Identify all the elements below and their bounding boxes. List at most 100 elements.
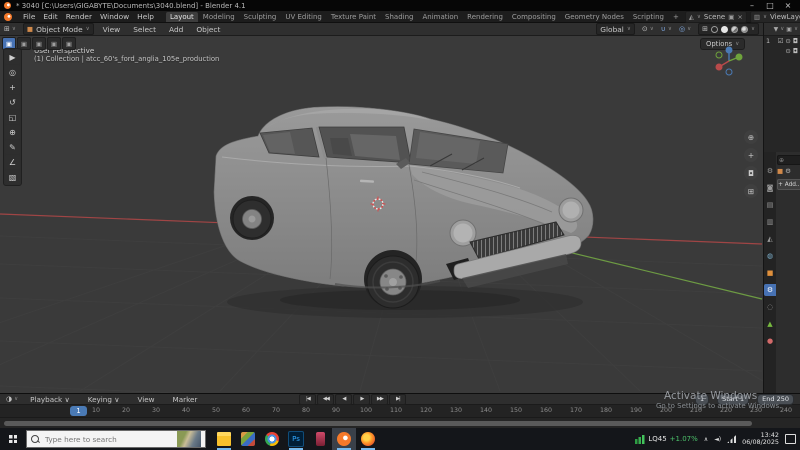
menu-item[interactable]: Window <box>96 12 133 21</box>
tool-button[interactable]: ✎ <box>5 140 20 154</box>
menu-item[interactable]: Render <box>62 12 96 21</box>
properties-tab[interactable]: ▲ <box>764 318 776 330</box>
properties-tab[interactable]: ⚙ <box>764 284 776 296</box>
taskbar-app[interactable] <box>308 428 332 450</box>
xray-toggle-icon[interactable]: ⊞ <box>702 25 708 33</box>
frame-start-field[interactable]: Start 1 <box>717 393 750 405</box>
viewport-menu-item[interactable]: Object <box>194 25 222 34</box>
taskbar-app[interactable]: Ps <box>284 428 308 450</box>
taskbar-search-box[interactable] <box>26 430 206 448</box>
workspace-tab[interactable]: Layout <box>166 11 198 22</box>
transport-button[interactable]: ▶ <box>353 393 371 405</box>
eye-icon[interactable]: ⊙ <box>785 47 790 55</box>
workspace-tab[interactable]: Scripting <box>629 12 668 22</box>
properties-tab[interactable]: ◍ <box>764 250 776 262</box>
timeline-ruler[interactable]: 10 20 30 40 50 60 70 80 90 100 110 120 130 140 150 160 1… <box>0 405 800 418</box>
viewport-menu-item[interactable]: Select <box>131 25 158 34</box>
viewport-nav-button[interactable]: + <box>744 148 758 162</box>
tool-button[interactable]: ↺ <box>5 95 20 109</box>
navigation-gizmo[interactable] <box>712 44 746 78</box>
transport-button[interactable]: ◀◀ <box>317 393 335 405</box>
viewport-nav-button[interactable]: ⊕ <box>744 130 758 144</box>
overlays-dropdown[interactable]: ◎ ∨ <box>679 25 691 33</box>
tool-button[interactable]: ▧ <box>5 170 20 184</box>
properties-tab[interactable]: ◙ <box>764 182 776 194</box>
taskbar-app[interactable] <box>236 428 260 450</box>
speaker-icon[interactable]: ◄) <box>714 436 721 443</box>
timeline-menu-item[interactable]: View <box>133 395 158 404</box>
checkbox-icon[interactable]: ☑ <box>778 37 784 45</box>
viewport-nav-button[interactable]: ◘ <box>744 166 758 180</box>
shading-material-icon[interactable] <box>730 25 738 33</box>
properties-search-field[interactable]: ⊕ <box>777 155 800 165</box>
tool-button[interactable]: ▶ <box>5 50 20 64</box>
viewport-nav-button[interactable]: ⊞ <box>744 184 758 198</box>
outliner-row-object[interactable]: ⊙ ◘ <box>764 46 800 56</box>
select-mode-intersect-icon[interactable]: ▣ <box>62 37 76 50</box>
tool-button[interactable]: ⊕ <box>5 125 20 139</box>
properties-tab[interactable]: ◌ <box>764 301 776 313</box>
timeline-menu-item[interactable]: Marker <box>169 395 202 404</box>
shading-solid-icon[interactable] <box>720 25 728 33</box>
delete-scene-icon[interactable]: × <box>737 13 742 21</box>
workspace-tab[interactable]: + <box>669 12 683 22</box>
viewport-canvas[interactable]: User Perspective (1) Collection | atcc_6… <box>0 36 763 393</box>
mode-dropdown[interactable]: ■ Object Mode ∨ <box>22 23 94 35</box>
blender-menu-icon[interactable] <box>4 12 12 21</box>
properties-tab[interactable]: ◭ <box>764 233 776 245</box>
workspace-tab[interactable]: Rendering <box>463 12 507 22</box>
taskbar-app[interactable] <box>260 428 284 450</box>
workspace-tab[interactable]: UV Editing <box>281 12 326 22</box>
taskbar-app[interactable] <box>356 428 380 450</box>
editor-type-dropdown[interactable]: ⊞ ∨ <box>4 25 16 33</box>
menu-item[interactable]: Help <box>133 12 158 21</box>
add-modifier-button[interactable]: + Add... <box>777 179 800 190</box>
properties-tab[interactable]: ● <box>764 335 776 347</box>
camera-visibility-icon[interactable]: ◘ <box>793 37 798 45</box>
close-button[interactable]: × <box>780 0 796 11</box>
taskbar-clock[interactable]: 13:42 06/08/2025 <box>742 431 779 447</box>
transport-button[interactable]: ▶| <box>389 393 407 405</box>
menu-item[interactable]: File <box>19 12 39 21</box>
transport-button[interactable]: |◀ <box>299 393 317 405</box>
tool-button[interactable]: + <box>5 80 20 94</box>
workspace-tab[interactable]: Modeling <box>199 12 239 22</box>
object-breadcrumb-icon[interactable]: ■ <box>777 167 783 175</box>
copy-scene-icon[interactable]: ▣ <box>728 13 734 21</box>
taskbar-app[interactable] <box>332 428 356 450</box>
workspace-tab[interactable]: Shading <box>381 12 417 22</box>
workspace-tab[interactable]: Compositing <box>508 12 560 22</box>
minimize-button[interactable]: – <box>744 0 760 11</box>
menu-item[interactable]: Edit <box>39 12 61 21</box>
stock-ticker-widget[interactable]: LQ45 +1.07% <box>635 434 698 444</box>
workspace-tab[interactable]: Geometry Nodes <box>561 12 628 22</box>
pivot-point-dropdown[interactable]: ⊙ ∨ <box>642 25 654 33</box>
workspace-tab[interactable]: Animation <box>418 12 462 22</box>
viewport-menu-item[interactable]: View <box>101 25 123 34</box>
properties-tab[interactable]: ■ <box>764 267 776 279</box>
timeline-editor-type-dropdown[interactable]: ◑ ∨ <box>6 395 18 403</box>
network-icon[interactable] <box>727 435 737 443</box>
view-layer-selector[interactable]: ▥ ∨ ViewLayer ▣ × <box>749 10 800 23</box>
maximize-button[interactable]: □ <box>762 0 778 11</box>
workspace-tab[interactable]: Sculpting <box>240 12 281 22</box>
search-input[interactable] <box>43 433 165 445</box>
orientation-dropdown[interactable]: Global ∨ <box>596 23 635 35</box>
shading-rendered-icon[interactable] <box>740 25 748 33</box>
select-mode-subtract-icon[interactable]: ▣ <box>32 37 46 50</box>
shading-wireframe-icon[interactable] <box>710 25 718 33</box>
timeline-scrollbar[interactable] <box>4 421 752 426</box>
properties-tab[interactable]: ⚙ <box>764 165 776 177</box>
workspace-tab[interactable]: Texture Paint <box>327 12 380 22</box>
transport-button[interactable]: ▶▶ <box>371 393 389 405</box>
action-center-icon[interactable] <box>785 434 796 444</box>
outliner-display-mode-icon[interactable]: ▣ <box>786 26 792 33</box>
outliner-row-collection[interactable]: 1 ☑ ⊙ ◘ <box>764 36 800 46</box>
camera-visibility-icon[interactable]: ◘ <box>793 47 798 55</box>
select-mode-invert-icon[interactable]: ▣ <box>47 37 61 50</box>
current-frame-field[interactable]: 1 <box>694 393 710 405</box>
frame-end-field[interactable]: End 250 <box>757 393 794 405</box>
snap-toggle[interactable]: ∪ ∨ <box>661 25 672 33</box>
properties-tab[interactable]: ▥ <box>764 216 776 228</box>
start-button[interactable] <box>0 428 26 450</box>
